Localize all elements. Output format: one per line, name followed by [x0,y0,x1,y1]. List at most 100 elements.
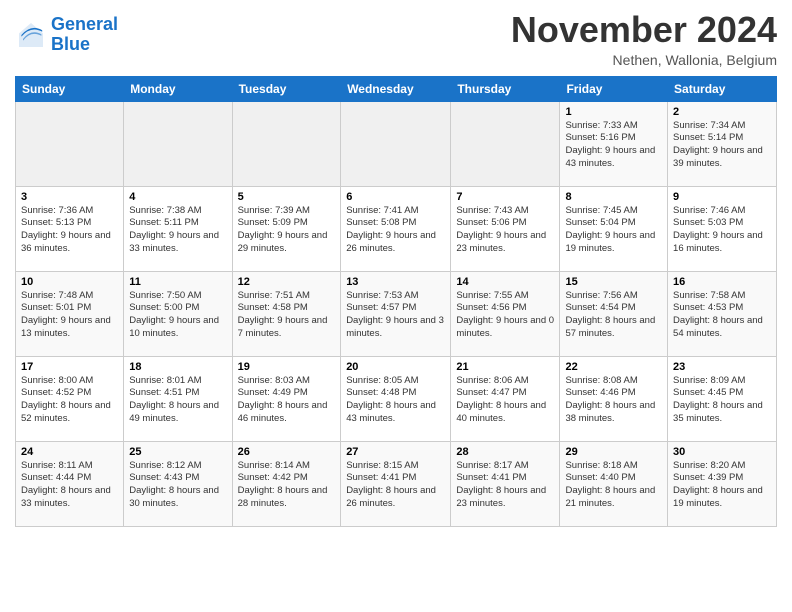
day-info: Sunrise: 7:41 AM Sunset: 5:08 PM Dayligh… [346,205,445,256]
header-wednesday: Wednesday [341,76,451,101]
day-info: Sunrise: 7:51 AM Sunset: 4:58 PM Dayligh… [238,290,336,341]
calendar-cell [16,101,124,186]
day-number: 29 [565,446,662,458]
calendar-cell: 27 Sunrise: 8:15 AM Sunset: 4:41 PM Dayli… [341,441,451,526]
day-number: 1 [565,106,662,118]
title-block: November 2024 Nethen, Wallonia, Belgium [511,10,777,68]
day-number: 9 [673,191,771,203]
day-number: 30 [673,446,771,458]
header-saturday: Saturday [668,76,777,101]
day-info: Sunrise: 8:01 AM Sunset: 4:51 PM Dayligh… [129,375,226,426]
calendar-cell: 5Sunrise: 7:39 AM Sunset: 5:09 PM Daylig… [232,186,341,271]
header-monday: Monday [124,76,232,101]
day-info: Sunrise: 8:12 AM Sunset: 4:43 PM Dayligh… [129,460,226,511]
day-info: Sunrise: 8:17 AM Sunset: 4:41 PM Dayligh… [456,460,554,511]
day-number: 28 [456,446,554,458]
day-number: 18 [129,361,226,373]
calendar-cell: 16Sunrise: 7:58 AM Sunset: 4:53 PM Dayli… [668,271,777,356]
day-info: Sunrise: 7:33 AM Sunset: 5:16 PM Dayligh… [565,120,662,171]
calendar-cell: 1 Sunrise: 7:33 AM Sunset: 5:16 PM Daylig… [560,101,668,186]
day-info: Sunrise: 7:46 AM Sunset: 5:03 PM Dayligh… [673,205,771,256]
calendar-cell: 26 Sunrise: 8:14 AM Sunset: 4:42 PM Dayli… [232,441,341,526]
logo: General Blue [15,15,118,55]
day-number: 26 [238,446,336,458]
day-info: Sunrise: 8:03 AM Sunset: 4:49 PM Dayligh… [238,375,336,426]
calendar-cell: 17 Sunrise: 8:00 AM Sunset: 4:52 PM Dayli… [16,356,124,441]
day-info: Sunrise: 7:36 AM Sunset: 5:13 PM Dayligh… [21,205,118,256]
day-info: Sunrise: 8:05 AM Sunset: 4:48 PM Dayligh… [346,375,445,426]
calendar-cell [124,101,232,186]
calendar-week-3: 10 Sunrise: 7:48 AM Sunset: 5:01 PM Dayli… [16,271,777,356]
day-number: 7 [456,191,554,203]
calendar-cell: 25Sunrise: 8:12 AM Sunset: 4:43 PM Dayli… [124,441,232,526]
calendar-week-5: 24Sunrise: 8:11 AM Sunset: 4:44 PM Dayli… [16,441,777,526]
calendar-cell: 20Sunrise: 8:05 AM Sunset: 4:48 PM Dayli… [341,356,451,441]
page: General Blue November 2024 Nethen, Wallo… [0,0,792,537]
day-number: 3 [21,191,118,203]
calendar-week-1: 1 Sunrise: 7:33 AM Sunset: 5:16 PM Daylig… [16,101,777,186]
day-info: Sunrise: 7:50 AM Sunset: 5:00 PM Dayligh… [129,290,226,341]
day-number: 19 [238,361,336,373]
day-number: 14 [456,276,554,288]
calendar-cell: 14 Sunrise: 7:55 AM Sunset: 4:56 PM Dayli… [451,271,560,356]
header-friday: Friday [560,76,668,101]
day-info: Sunrise: 8:08 AM Sunset: 4:46 PM Dayligh… [565,375,662,426]
day-number: 5 [238,191,336,203]
calendar-week-4: 17 Sunrise: 8:00 AM Sunset: 4:52 PM Dayli… [16,356,777,441]
day-info: Sunrise: 7:56 AM Sunset: 4:54 PM Dayligh… [565,290,662,341]
day-info: Sunrise: 8:06 AM Sunset: 4:47 PM Dayligh… [456,375,554,426]
day-info: Sunrise: 7:55 AM Sunset: 4:56 PM Dayligh… [456,290,554,341]
logo-icon [15,19,47,51]
day-info: Sunrise: 7:53 AM Sunset: 4:57 PM Dayligh… [346,290,445,341]
day-number: 15 [565,276,662,288]
day-info: Sunrise: 8:15 AM Sunset: 4:41 PM Dayligh… [346,460,445,511]
day-number: 11 [129,276,226,288]
day-number: 2 [673,106,771,118]
calendar-header-row: Sunday Monday Tuesday Wednesday Thursday… [16,76,777,101]
calendar-cell: 22Sunrise: 8:08 AM Sunset: 4:46 PM Dayli… [560,356,668,441]
day-info: Sunrise: 7:48 AM Sunset: 5:01 PM Dayligh… [21,290,118,341]
header-tuesday: Tuesday [232,76,341,101]
calendar-cell: 23Sunrise: 8:09 AM Sunset: 4:45 PM Dayli… [668,356,777,441]
day-info: Sunrise: 8:00 AM Sunset: 4:52 PM Dayligh… [21,375,118,426]
day-number: 21 [456,361,554,373]
calendar-cell: 30 Sunrise: 8:20 AM Sunset: 4:39 PM Dayli… [668,441,777,526]
day-number: 8 [565,191,662,203]
calendar-cell: 8Sunrise: 7:45 AM Sunset: 5:04 PM Daylig… [560,186,668,271]
day-number: 27 [346,446,445,458]
subtitle: Nethen, Wallonia, Belgium [511,52,777,68]
day-info: Sunrise: 7:43 AM Sunset: 5:06 PM Dayligh… [456,205,554,256]
calendar-cell: 10 Sunrise: 7:48 AM Sunset: 5:01 PM Dayli… [16,271,124,356]
calendar: Sunday Monday Tuesday Wednesday Thursday… [15,76,777,527]
day-number: 12 [238,276,336,288]
calendar-cell: 19 Sunrise: 8:03 AM Sunset: 4:49 PM Dayli… [232,356,341,441]
calendar-cell: 18 Sunrise: 8:01 AM Sunset: 4:51 PM Dayli… [124,356,232,441]
calendar-cell: 9 Sunrise: 7:46 AM Sunset: 5:03 PM Daylig… [668,186,777,271]
calendar-cell: 6Sunrise: 7:41 AM Sunset: 5:08 PM Daylig… [341,186,451,271]
day-info: Sunrise: 8:09 AM Sunset: 4:45 PM Dayligh… [673,375,771,426]
calendar-week-2: 3 Sunrise: 7:36 AM Sunset: 5:13 PM Daylig… [16,186,777,271]
day-info: Sunrise: 8:11 AM Sunset: 4:44 PM Dayligh… [21,460,118,511]
day-number: 17 [21,361,118,373]
calendar-cell: 24Sunrise: 8:11 AM Sunset: 4:44 PM Dayli… [16,441,124,526]
calendar-cell: 7 Sunrise: 7:43 AM Sunset: 5:06 PM Daylig… [451,186,560,271]
calendar-cell: 28 Sunrise: 8:17 AM Sunset: 4:41 PM Dayli… [451,441,560,526]
header-thursday: Thursday [451,76,560,101]
day-number: 10 [21,276,118,288]
calendar-cell: 3 Sunrise: 7:36 AM Sunset: 5:13 PM Daylig… [16,186,124,271]
header: General Blue November 2024 Nethen, Wallo… [15,10,777,68]
calendar-cell [341,101,451,186]
calendar-cell: 29Sunrise: 8:18 AM Sunset: 4:40 PM Dayli… [560,441,668,526]
calendar-cell [232,101,341,186]
day-info: Sunrise: 8:20 AM Sunset: 4:39 PM Dayligh… [673,460,771,511]
calendar-cell: 21 Sunrise: 8:06 AM Sunset: 4:47 PM Dayli… [451,356,560,441]
calendar-cell: 15 Sunrise: 7:56 AM Sunset: 4:54 PM Dayli… [560,271,668,356]
header-sunday: Sunday [16,76,124,101]
day-number: 13 [346,276,445,288]
day-info: Sunrise: 7:38 AM Sunset: 5:11 PM Dayligh… [129,205,226,256]
day-info: Sunrise: 7:58 AM Sunset: 4:53 PM Dayligh… [673,290,771,341]
day-info: Sunrise: 7:34 AM Sunset: 5:14 PM Dayligh… [673,120,771,171]
calendar-cell: 4Sunrise: 7:38 AM Sunset: 5:11 PM Daylig… [124,186,232,271]
day-info: Sunrise: 8:14 AM Sunset: 4:42 PM Dayligh… [238,460,336,511]
calendar-cell: 12 Sunrise: 7:51 AM Sunset: 4:58 PM Dayli… [232,271,341,356]
